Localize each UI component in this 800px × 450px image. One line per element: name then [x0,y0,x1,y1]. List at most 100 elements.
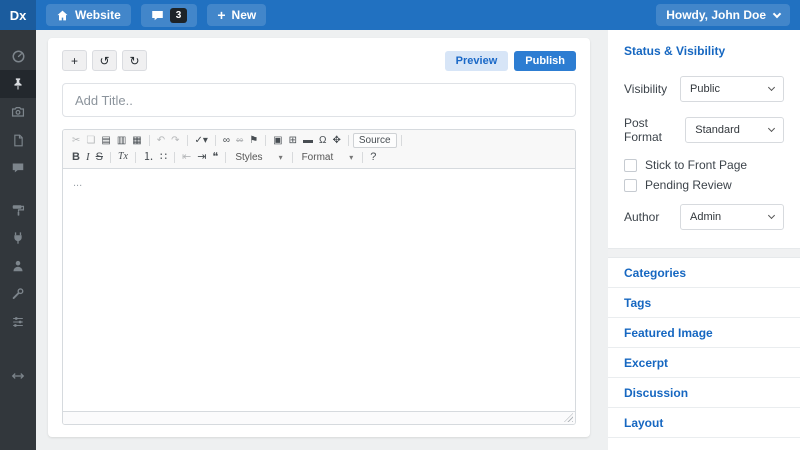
undo-icon: ↺ [99,54,109,68]
horizontal-rule-icon[interactable]: ▬ [300,136,316,146]
spell-check-icon[interactable]: ✓▾ [192,136,211,146]
new-button-label: New [232,8,257,22]
toolbar-separator [362,152,363,163]
sidebar-item-plugins[interactable] [0,224,36,252]
website-button-label: Website [75,8,121,22]
post-format-field: Post Format Standard [624,116,784,144]
caret-down-icon: ▾ [203,135,208,146]
sidebar-item-pages[interactable] [0,126,36,154]
publish-button[interactable]: Publish [514,51,576,71]
sidebar-item-comments[interactable] [0,154,36,182]
website-button[interactable]: Website [46,4,131,26]
redo-icon: ↻ [129,54,139,68]
paste-from-word-icon[interactable]: ▦ [129,136,144,146]
post-title-input[interactable] [62,83,576,117]
home-icon [56,9,69,22]
camera-icon [11,105,25,119]
toolbar-separator [348,135,349,146]
bold-button[interactable]: B [69,152,83,163]
maximize-icon[interactable]: ✥ [330,136,344,146]
anchor-flag-icon[interactable]: ⚑ [246,136,261,146]
toolbar-separator [187,135,188,146]
resize-grip-icon[interactable] [564,413,573,422]
undo-icon[interactable]: ↶ [154,136,168,146]
sidebar-item-tools[interactable] [0,280,36,308]
paste-plain-text-icon[interactable]: ▥ [114,136,129,146]
special-character-icon[interactable]: Ω [316,136,329,146]
visibility-label: Visibility [624,82,667,96]
document-icon [12,134,25,147]
accordion-discussion[interactable]: Discussion [608,378,800,408]
stick-to-front-page-label: Stick to Front Page [645,158,747,172]
comments-button[interactable]: 3 [141,4,198,27]
wrench-icon [11,287,25,301]
bulleted-list-button[interactable]: ∷ [157,152,170,163]
add-block-button[interactable]: + [62,50,87,71]
format-dropdown-label: Format [302,152,334,163]
link-icon[interactable]: ∞ [220,136,233,146]
caret-down-icon: ▾ [279,153,283,162]
post-format-label: Post Format [624,116,685,144]
pending-review-checkbox[interactable] [624,179,637,192]
sidebar-item-dashboard[interactable] [0,42,36,70]
rich-text-editor: ✂ ❏ ▤ ▥ ▦ ↶ ↷ ✓▾ [62,129,576,425]
editor-toolbar: ✂ ❏ ▤ ▥ ▦ ↶ ↷ ✓▾ [63,130,575,169]
format-dropdown[interactable]: Format ▾ [297,152,359,163]
user-menu-label: Howdy, John Doe [666,8,766,22]
remove-format-button[interactable]: Tx [115,152,131,162]
numbered-list-button[interactable]: ⒈ [140,152,157,163]
pushpin-icon [11,77,25,91]
copy-icon[interactable]: ❏ [83,136,98,146]
styles-dropdown[interactable]: Styles ▾ [230,152,287,163]
undo-button[interactable]: ↺ [92,50,117,71]
redo-button[interactable]: ↻ [122,50,147,71]
sliders-icon [11,315,25,329]
section-title[interactable]: Status & Visibility [624,44,784,58]
sidebar-item-posts[interactable] [0,70,36,98]
app-window: Dx Website 3 + New Howdy, John Doe [0,0,800,450]
sidebar-item-users[interactable] [0,252,36,280]
post-format-select-value: Standard [695,124,740,136]
stick-to-front-page-checkbox[interactable] [624,159,637,172]
author-select[interactable]: Admin [680,204,784,230]
cut-icon[interactable]: ✂ [69,136,83,146]
redo-icon[interactable]: ↷ [168,136,182,146]
accordion-featured-image[interactable]: Featured Image [608,318,800,348]
image-icon[interactable]: ▣ [270,136,285,146]
visibility-select[interactable]: Public [680,76,784,102]
visibility-select-value: Public [690,83,720,95]
user-account-menu[interactable]: Howdy, John Doe [656,4,790,26]
new-button[interactable]: + New [207,4,266,26]
italic-button[interactable]: I [83,152,93,163]
about-editor-button[interactable]: ? [367,152,379,163]
unlink-icon[interactable]: ∞ [233,136,246,146]
accordion-layout[interactable]: Layout [608,408,800,438]
table-icon[interactable]: ⊞ [286,136,300,146]
editor-header-row: + ↺ ↻ Preview Publish [62,50,576,71]
editor-bottom-bar [63,411,575,424]
accordion-excerpt[interactable]: Excerpt [608,348,800,378]
source-button[interactable]: Source [353,133,397,148]
outdent-button[interactable]: ⇤ [179,152,194,163]
post-format-select[interactable]: Standard [685,117,784,143]
paste-icon[interactable]: ▤ [98,136,113,146]
sidebar-divider [0,182,36,196]
app-logo[interactable]: Dx [0,0,36,30]
indent-button[interactable]: ⇥ [194,152,209,163]
check-icon: ✓ [195,135,203,146]
author-label: Author [624,210,659,224]
sidebar-item-settings[interactable] [0,308,36,336]
plus-icon: + [71,54,78,68]
strikethrough-button[interactable]: S [93,152,106,163]
preview-button[interactable]: Preview [445,51,509,71]
source-button-label: Source [359,135,391,146]
sidebar-collapse-button[interactable] [0,362,36,390]
editor-content-area[interactable]: ... [63,169,575,411]
blockquote-button[interactable]: ❝ [209,152,221,163]
sidebar-item-media[interactable] [0,98,36,126]
accordion-categories[interactable]: Categories [608,258,800,288]
admin-topbar: Dx Website 3 + New Howdy, John Doe [0,0,800,30]
sidebar-item-appearance[interactable] [0,196,36,224]
accordion-tags[interactable]: Tags [608,288,800,318]
block-tools-group: + ↺ ↻ [62,50,147,71]
